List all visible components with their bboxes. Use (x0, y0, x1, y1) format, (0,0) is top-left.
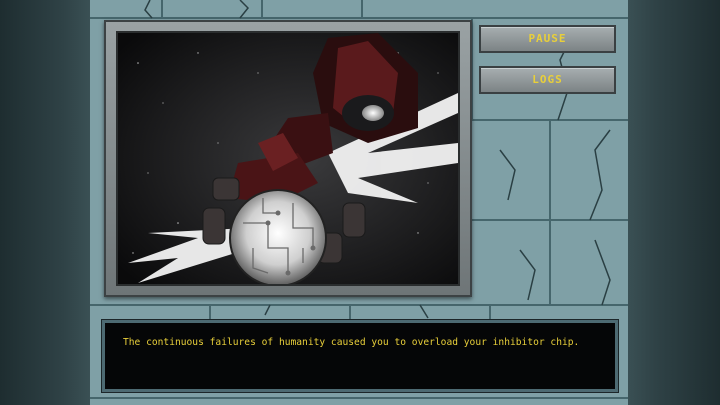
cutscene-illustration (116, 31, 460, 286)
pause-button[interactable]: PAUSE (479, 25, 616, 53)
dialog-box[interactable]: The continuous failures of humanity caus… (102, 320, 618, 392)
right-backdrop (628, 0, 720, 405)
robot-crushing-earth-illustration (118, 33, 458, 284)
dialog-text: The continuous failures of humanity caus… (123, 337, 580, 348)
cutscene-frame (104, 20, 472, 297)
logs-button[interactable]: LOGS (479, 66, 616, 94)
left-backdrop (0, 0, 90, 405)
